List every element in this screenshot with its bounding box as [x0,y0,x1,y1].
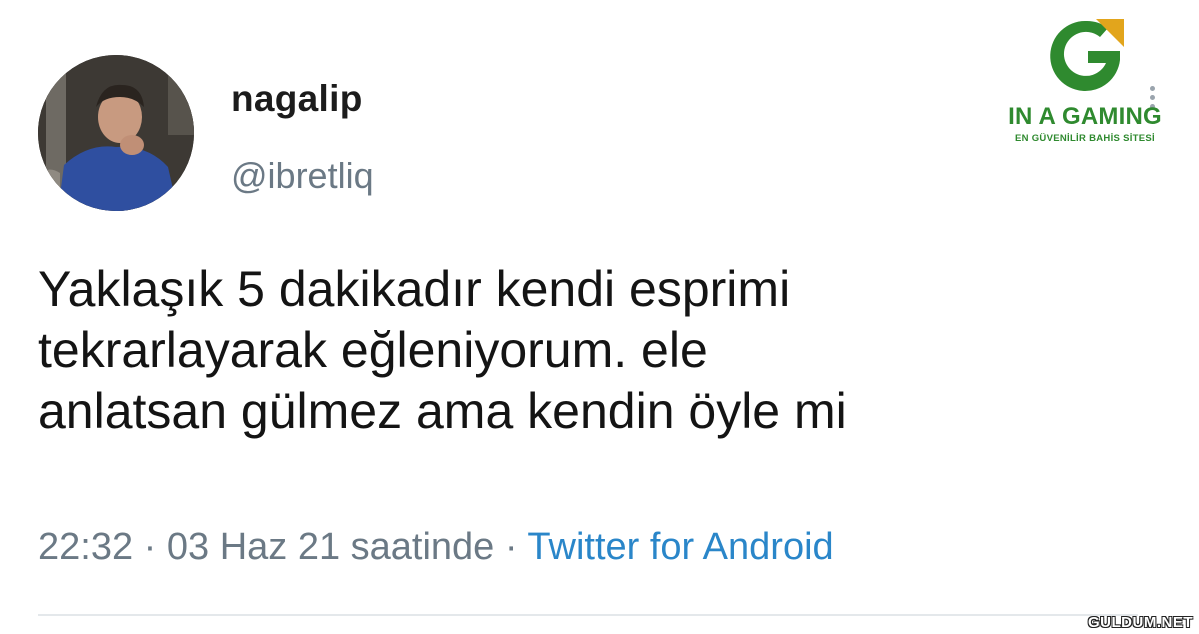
user-handle[interactable]: @ibretliq [231,155,374,197]
display-name[interactable]: nagalip [231,78,363,120]
brand-logo: IN A GAMING EN GÜVENİLİR BAHİS SİTESİ [990,15,1180,144]
tweet-source-link[interactable]: Twitter for Android [527,526,833,568]
tweet-timestamp[interactable]: 22:32 · 03 Haz 21 saatinde · [38,526,518,568]
profile-photo-icon [38,55,194,211]
divider [38,614,1138,616]
watermark: GULDUM.NET [1088,614,1193,631]
tweet-text-line: anlatsan gülmez ama kendin öyle mi [38,383,847,439]
brand-name: IN A GAMING [1008,103,1162,130]
tweet-text: Yaklaşık 5 dakikadır kendi esprimi tekra… [38,259,1158,442]
brand-tagline: EN GÜVENİLİR BAHİS SİTESİ [1015,133,1155,144]
tweet-text-line: tekrarlayarak eğleniyorum. ele [38,322,708,378]
brand-g-icon [1050,19,1124,91]
tweet-meta: 22:32 · 03 Haz 21 saatinde · Twitter for… [38,526,834,569]
tweet-text-line: Yaklaşık 5 dakikadır kendi esprimi [38,261,791,317]
avatar[interactable] [38,55,194,211]
